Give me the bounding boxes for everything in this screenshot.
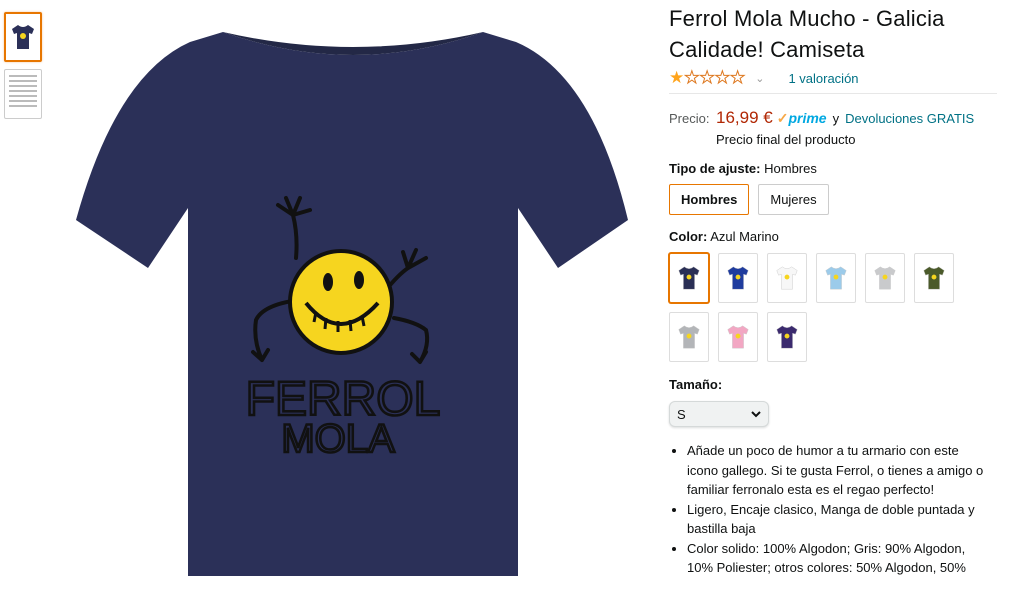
chevron-down-icon (751, 410, 761, 417)
tshirt-thumb-icon (12, 25, 34, 49)
prime-check-icon: ✓ (776, 110, 789, 126)
feature-bullet: Ligero, Encaje clasico, Manga de doble p… (687, 500, 992, 539)
feature-bullet: Color solido: 100% Algodon; Gris: 90% Al… (687, 539, 992, 578)
fit-type-options: Hombres Mujeres (669, 184, 1009, 215)
swatch-verde-oliva[interactable] (914, 253, 954, 303)
swatch-gris-claro[interactable] (865, 253, 905, 303)
rating-count-link[interactable]: 1 valoración (788, 71, 858, 86)
tshirt-swatch-icon (678, 325, 700, 349)
price-value: 16,99 € (716, 108, 773, 127)
product-details: Ferrol Mola Mucho - Galicia Calidade! Ca… (669, 0, 1009, 591)
chevron-down-icon[interactable]: ⌄ (755, 72, 764, 85)
tshirt-swatch-icon (874, 266, 896, 290)
star-rating[interactable]: ★★★★★ (669, 68, 746, 88)
price-row: Precio: 16,99 € ✓prime y Devoluciones GR… (669, 108, 1009, 128)
tshirt-swatch-icon (727, 325, 749, 349)
thumbnail-strip (4, 12, 44, 126)
thumbnail-shirt[interactable] (4, 12, 42, 62)
prime-badge: ✓prime (776, 110, 827, 126)
and-text: y (832, 111, 840, 126)
swatch-azul-real[interactable] (718, 253, 758, 303)
swatch-azul-marino[interactable] (669, 253, 709, 303)
product-title: Ferrol Mola Mucho - Galicia Calidade! Ca… (669, 6, 945, 62)
fit-option-hombres[interactable]: Hombres (669, 184, 750, 215)
swatch-rosa[interactable] (718, 312, 758, 362)
swatch-gris[interactable] (669, 312, 709, 362)
feature-bullet: Añade un poco de humor a tu armario con … (687, 441, 992, 500)
color-swatches (669, 253, 969, 362)
size-chart-icon (9, 75, 37, 113)
fit-type-label: Tipo de ajuste: Hombres (669, 161, 817, 176)
thumbnail-size-chart[interactable] (4, 69, 42, 119)
tshirt-image: FERROL MOLA (76, 32, 628, 576)
tshirt-swatch-icon (923, 266, 945, 290)
tshirt-swatch-icon (825, 266, 847, 290)
tshirt-swatch-icon (727, 266, 749, 290)
tshirt-swatch-icon (776, 266, 798, 290)
rating-row: ★★★★★ ⌄ 1 valoración (669, 67, 997, 94)
tshirt-swatch-icon (776, 325, 798, 349)
swatch-blanco[interactable] (767, 253, 807, 303)
final-price-note: Precio final del producto (716, 132, 856, 147)
print-text-mola: MOLA (281, 417, 395, 461)
price-label: Precio: (669, 111, 710, 126)
tshirt-swatch-icon (678, 266, 700, 290)
swatch-morado[interactable] (767, 312, 807, 362)
feature-bullets: Añade un poco de humor a tu armario con … (669, 441, 992, 578)
size-selected-value: S (677, 406, 686, 422)
size-dropdown[interactable]: S (669, 401, 769, 427)
color-label: Color: Azul Marino (669, 229, 779, 244)
main-product-image[interactable]: FERROL MOLA (48, 0, 658, 576)
swatch-azul-claro[interactable] (816, 253, 856, 303)
size-label: Tamaño: (669, 377, 723, 392)
fit-option-mujeres[interactable]: Mujeres (758, 184, 829, 215)
free-returns-link[interactable]: Devoluciones GRATIS (845, 111, 974, 126)
